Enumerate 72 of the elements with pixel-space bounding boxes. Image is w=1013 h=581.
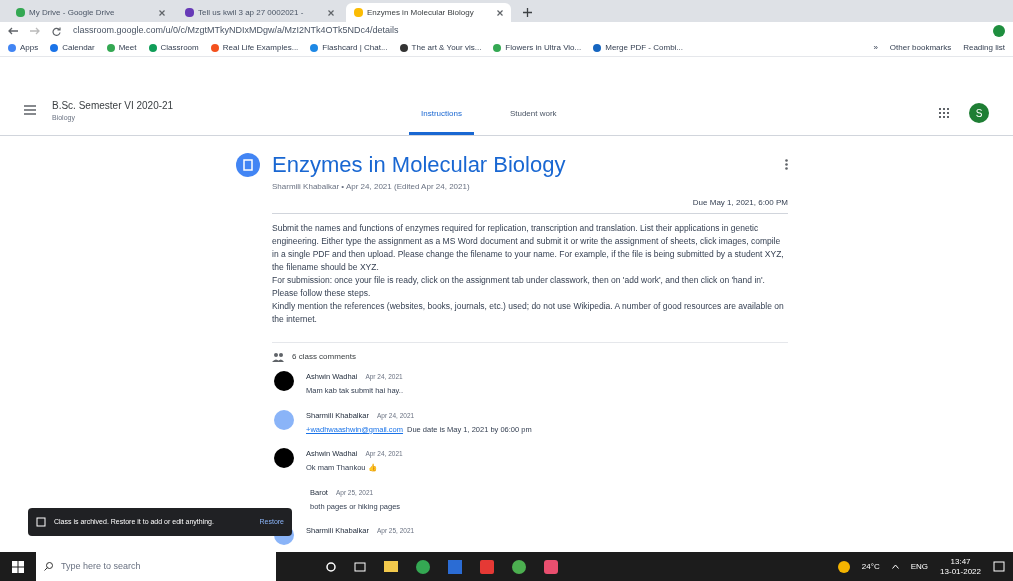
tab-favicon-icon <box>185 8 194 17</box>
document-app-icon[interactable] <box>448 559 462 574</box>
close-icon[interactable] <box>497 9 503 16</box>
bookmark-icon <box>106 44 115 52</box>
app-icon[interactable] <box>544 559 558 574</box>
apps-grid-icon[interactable] <box>939 108 949 118</box>
comments-heading[interactable]: 6 class comments <box>292 351 357 363</box>
bookmark-icon <box>8 44 16 52</box>
language-indicator[interactable]: ENG <box>910 560 929 573</box>
browser-icon[interactable] <box>416 559 430 574</box>
back-icon[interactable] <box>8 27 18 35</box>
user-avatar <box>274 371 294 391</box>
bookmark-link[interactable]: Classroom <box>160 42 199 54</box>
assignment-meta: Sharmili Khabalkar • Apr 24, 2021 (Edited Apr 24, 2021) <box>272 181 471 193</box>
bookmark-link[interactable]: Flashcard | Chat... <box>322 42 388 54</box>
tab-favicon-icon <box>354 8 363 17</box>
bookmark-icon <box>210 44 219 52</box>
browser-tab[interactable]: My Drive - Google Drive <box>8 3 173 22</box>
cortana-icon[interactable] <box>326 561 336 572</box>
taskbar-search-field[interactable]: Type here to search <box>36 552 276 581</box>
more-options-icon[interactable] <box>785 159 788 170</box>
address-bar[interactable]: classroom.google.com/u/0/c/MzgtMTkyNDIxMDgw/a/MzI2NTk4OTk5NDc4/details <box>73 24 981 38</box>
task-view-icon[interactable] <box>354 561 366 572</box>
tray-chevron-icon[interactable] <box>891 564 899 569</box>
bookmark-icon <box>399 44 408 52</box>
bookmark-link[interactable]: Real Life Examples... <box>222 42 299 54</box>
user-avatar <box>274 448 294 468</box>
people-icon <box>272 352 284 362</box>
class-name[interactable]: B.Sc. Semester VI 2020-21 <box>52 97 174 113</box>
profile-avatar[interactable]: S <box>969 103 989 123</box>
assignment-title: Enzymes in Molecular Biology <box>272 151 566 179</box>
bookmark-link[interactable]: The art & Your vis... <box>411 42 482 54</box>
pdf-app-icon[interactable] <box>480 559 494 574</box>
browser-tab[interactable]: Tell us kwil 3 ap 27 0002021 - <box>177 3 342 22</box>
bookmark-icon <box>310 44 319 52</box>
reload-icon[interactable] <box>52 26 61 36</box>
notifications-icon[interactable] <box>993 560 1005 573</box>
assignment-icon <box>236 152 260 177</box>
weather-sun-icon[interactable] <box>837 560 850 573</box>
reading-list-link[interactable]: Reading list <box>963 42 1005 54</box>
clock-time[interactable]: 13:47 <box>950 556 971 567</box>
clock-date[interactable]: 13-01-2022 <box>940 566 981 577</box>
due-date: Due May 1, 2021, 6:00 PM <box>692 197 788 209</box>
bookmark-link[interactable]: Meet <box>118 42 137 54</box>
account-avatar-icon[interactable] <box>993 25 1005 37</box>
bookmark-link[interactable]: Merge PDF - Combi... <box>605 42 684 54</box>
archive-icon <box>36 517 46 527</box>
bookmark-icon <box>50 44 59 52</box>
windows-start-icon[interactable] <box>12 560 24 573</box>
bookmark-link[interactable]: Apps <box>20 42 39 54</box>
bookmarks-more-button[interactable]: » <box>873 42 878 54</box>
instructions-paragraph: Kindly mention the references (websites, books, journals, etc.) used; do not use Wikipedia. A number of good resources are available on the internet. <box>272 300 785 326</box>
search-icon <box>44 562 53 571</box>
tab-favicon-icon <box>16 8 25 17</box>
browser-icon[interactable] <box>512 559 526 574</box>
page-tab[interactable]: Student work <box>497 108 569 135</box>
default-avatar <box>274 409 294 430</box>
bookmark-icon <box>593 44 602 52</box>
instructions-paragraph: For submission: once your file is ready, click on the assignment tab under classwork, then on 'add work', and then click on 'hand in'. Please follow these steps. <box>272 274 766 300</box>
menu-icon[interactable] <box>24 105 36 116</box>
browser-tab[interactable]: Enzymes in Molecular Biology <box>346 3 511 22</box>
weather-temperature[interactable]: 24°C <box>861 560 880 573</box>
other-bookmarks-link[interactable]: Other bookmarks <box>889 42 952 54</box>
bookmark-icon <box>148 44 157 52</box>
instructions-paragraph: Submit the names and functions of enzymes required for replication, transcription and translation. List their applications in genetic engineering. Either type the assignment as a MS Word document and submit it or write the assignment of sheets, click images, compile in a single PDF and then upload. Please change the filename to your name. For example, if the file is being submitted by a student XYZ, the filename should be XYZ. <box>272 222 785 274</box>
new-tab-icon[interactable] <box>523 8 532 17</box>
bookmark-link[interactable]: Flowers in Ultra Vio... <box>505 42 582 54</box>
bookmark-link[interactable]: Calendar <box>62 42 95 54</box>
page-tab[interactable]: Instructions <box>409 108 474 135</box>
close-icon[interactable] <box>159 9 165 16</box>
bookmark-icon <box>493 44 502 52</box>
close-icon[interactable] <box>328 9 334 16</box>
